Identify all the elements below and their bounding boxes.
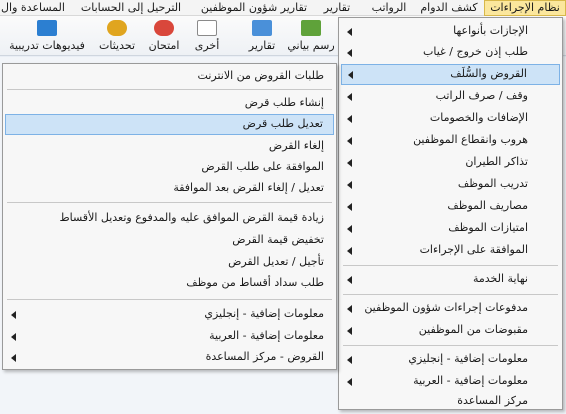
chevron-left-icon <box>347 181 352 189</box>
chevron-left-icon <box>347 327 352 335</box>
menu-item-postpone-loan[interactable]: تأجيل / تعديل القرض <box>5 252 334 273</box>
other-label: أخرى <box>194 39 220 52</box>
menu-item-create-loan[interactable]: إنشاء طلب قرض <box>5 93 334 114</box>
menu-attendance[interactable]: كشف الدوام <box>416 0 482 16</box>
chart-button[interactable]: رسم بياني <box>286 18 336 54</box>
exam-label: امتحان <box>148 39 180 52</box>
chart-icon <box>301 20 321 36</box>
exam-icon <box>154 20 174 36</box>
menu-procedures[interactable]: نظام الإجراءات <box>484 0 566 16</box>
chevron-left-icon <box>347 247 352 255</box>
menu-separator <box>7 299 332 300</box>
menu-item-end-of-service[interactable]: نهاية الخدمة <box>341 269 560 290</box>
chevron-left-icon <box>347 276 352 284</box>
menu-separator <box>7 202 332 203</box>
menu-hr-reports[interactable]: تقارير شؤون الموظفين <box>196 0 312 16</box>
menu-item-loans[interactable]: القروض والسُّلَف <box>341 64 560 85</box>
chevron-left-icon <box>347 356 352 364</box>
menu-transfer-accounts[interactable]: الترحيل إلى الحسابات <box>70 0 192 16</box>
menu-item-modify-cancel-after-approval[interactable]: تعديل / إلغاء القرض بعد الموافقة <box>5 178 334 199</box>
reports-label: تقارير <box>248 39 276 52</box>
updates-button[interactable]: تحديثات <box>94 18 140 54</box>
menu-item-edit-loan[interactable]: تعديل طلب قرض <box>5 114 334 135</box>
other-icon <box>197 20 217 36</box>
other-button[interactable]: أخرى <box>190 18 224 54</box>
chevron-left-icon <box>347 28 352 36</box>
menu-separator <box>7 89 332 90</box>
menu-item-loan-help-center[interactable]: القروض - مركز المساعدة <box>5 347 334 368</box>
chart-label: رسم بياني <box>287 39 335 52</box>
menu-item-approvals[interactable]: الموافقة على الإجراءات <box>341 240 560 261</box>
chevron-left-icon <box>347 159 352 167</box>
menu-item-increase-loan[interactable]: زيادة قيمة القرض الموافق عليه والمدفوع و… <box>5 208 334 229</box>
menu-item-loan-info-arabic[interactable]: معلومات إضافية - العربية <box>5 326 334 347</box>
chevron-left-icon <box>11 354 16 362</box>
menu-item-employee-receipts[interactable]: مقبوضات من الموظفين <box>341 320 560 341</box>
menu-item-additions-deductions[interactable]: الإضافات والخصومات <box>341 108 560 129</box>
menu-item-salary-stop[interactable]: وقف / صرف الراتب <box>341 86 560 107</box>
chevron-left-icon <box>347 225 352 233</box>
exam-button[interactable]: امتحان <box>144 18 184 54</box>
menu-item-reduce-loan[interactable]: تخفيض قيمة القرض <box>5 230 334 251</box>
chevron-left-icon <box>347 93 352 101</box>
loans-submenu: طلبات القروض من الانترنت إنشاء طلب قرض ت… <box>2 63 337 370</box>
menu-separator <box>343 345 558 346</box>
menu-separator <box>343 294 558 295</box>
menu-item-online-loan-requests[interactable]: طلبات القروض من الانترنت <box>5 66 334 87</box>
chevron-left-icon <box>347 203 352 211</box>
menu-item-leaves[interactable]: الإجازات بأنواعها <box>341 21 560 42</box>
menu-bar: نظام الإجراءات كشف الدوام الرواتب تقارير… <box>0 0 566 16</box>
video-icon <box>37 20 57 36</box>
menu-item-privileges[interactable]: امتيازات الموظف <box>341 218 560 239</box>
menu-item-cancel-loan[interactable]: إلغاء القرض <box>5 136 334 157</box>
menu-item-loan-info-english[interactable]: معلومات إضافية - إنجليزي <box>5 304 334 325</box>
chevron-left-icon <box>11 311 16 319</box>
menu-item-approve-loan[interactable]: الموافقة على طلب القرض <box>5 157 334 178</box>
menu-item-info-english[interactable]: معلومات إضافية - إنجليزي <box>341 349 560 370</box>
menu-item-exit-permission[interactable]: طلب إذن خروج / غياب <box>341 42 560 63</box>
updates-label: تحديثات <box>98 39 136 52</box>
chevron-left-icon <box>347 49 352 57</box>
menu-item-absconding[interactable]: هروب وانقطاع الموظفين <box>341 130 560 151</box>
chevron-left-icon <box>347 378 352 386</box>
training-videos-label: فيديوهات تدريبية <box>9 39 85 52</box>
chevron-left-icon <box>347 115 352 123</box>
chevron-left-icon <box>11 333 16 341</box>
chevron-left-icon <box>348 71 353 79</box>
menu-salaries[interactable]: الرواتب <box>366 0 412 16</box>
menu-item-training[interactable]: تدريب الموظف <box>341 174 560 195</box>
procedures-menu: الإجازات بأنواعها طلب إذن خروج / غياب ال… <box>338 17 563 410</box>
reports-button[interactable]: تقارير <box>242 18 282 54</box>
chevron-left-icon <box>347 137 352 145</box>
training-videos-button[interactable]: فيديوهات تدريبية <box>4 18 90 54</box>
menu-help[interactable]: المساعدة وال <box>0 0 66 16</box>
menu-item-help-center[interactable]: مركز المساعدة <box>341 391 560 412</box>
menu-item-expenses[interactable]: مصاريف الموظف <box>341 196 560 217</box>
menu-item-hr-payments[interactable]: مدفوعات إجراءات شؤون الموظفين <box>341 298 560 319</box>
updates-icon <box>107 20 127 36</box>
menu-item-flight-tickets[interactable]: تذاكر الطيران <box>341 152 560 173</box>
menu-item-info-arabic[interactable]: معلومات إضافية - العربية <box>341 371 560 392</box>
menu-reports[interactable]: تقارير <box>314 0 360 16</box>
reports-icon <box>252 20 272 36</box>
menu-item-installment-payment[interactable]: طلب سداد أقساط من موظف <box>5 273 334 294</box>
menu-separator <box>343 265 558 266</box>
chevron-left-icon <box>347 305 352 313</box>
